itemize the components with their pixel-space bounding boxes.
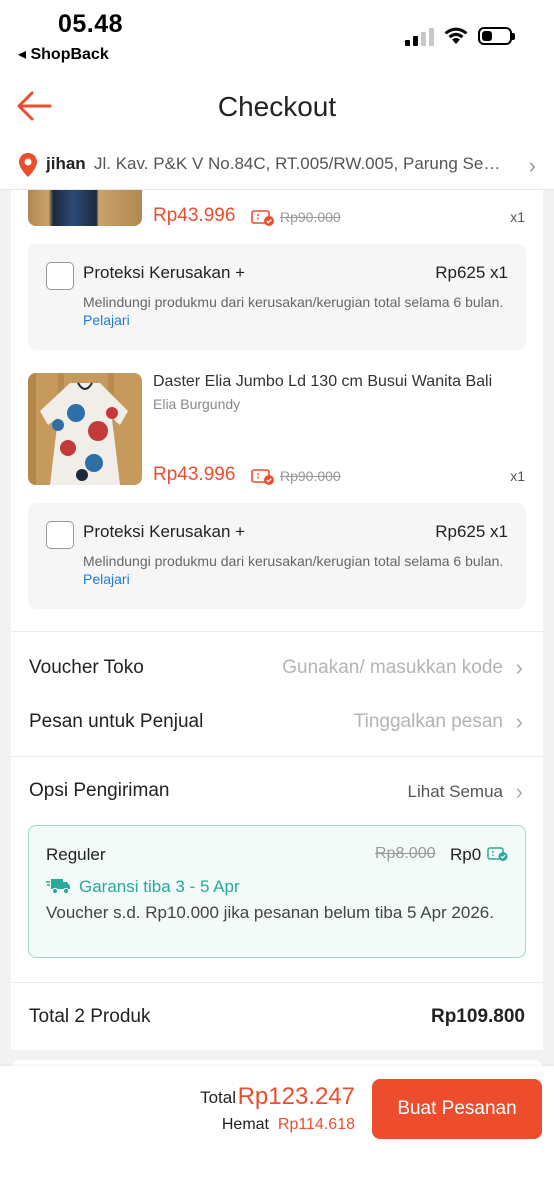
recipient-name: jihan (46, 154, 86, 173)
total-payment-value: Rp123.247 (237, 1083, 355, 1110)
divider (11, 982, 543, 983)
address-text: Jl. Kav. P&K V No.84C, RT.005/RW.005, Pa… (94, 154, 504, 173)
chevron-right-icon: › (515, 655, 523, 680)
see-all-shipping-link[interactable]: Lihat Semua (408, 782, 503, 802)
shop-voucher-label: Voucher Toko (29, 657, 144, 678)
voucher-badge-icon (251, 210, 274, 226)
product-image[interactable] (28, 190, 142, 226)
back-to-app-link[interactable]: ◂ ShopBack (18, 44, 109, 64)
location-pin-icon (19, 153, 37, 177)
dress-image (28, 373, 142, 485)
learn-more-link[interactable]: Pelajari (83, 312, 130, 328)
clock: 05.48 (58, 10, 124, 38)
shipping-option-label: Opsi Pengiriman (29, 780, 170, 801)
wifi-icon (444, 27, 468, 44)
seller-message-label: Pesan untuk Penjual (29, 711, 204, 732)
product-image[interactable] (28, 373, 142, 485)
product-variant: Elia Burgundy (153, 396, 241, 412)
checkout-bottom-bar: Total Rp123.247 Hemat Rp114.618 Buat Pes… (0, 1066, 554, 1200)
status-bar: 05.48 ◂ ShopBack (0, 0, 554, 70)
protection-title: Proteksi Kerusakan + (83, 263, 246, 282)
protection-description: Melindungi produkmu dari kerusakan/kerug… (83, 294, 504, 328)
delivery-truck-icon (46, 879, 70, 895)
total-payment-label: Total (200, 1088, 236, 1107)
protection-description: Melindungi produkmu dari kerusakan/kerug… (83, 553, 504, 587)
learn-more-link[interactable]: Pelajari (83, 571, 130, 587)
original-price: Rp90.000 (280, 209, 341, 225)
battery-icon (478, 27, 515, 45)
product-price: Rp43.996 (153, 464, 236, 485)
shipping-voucher-icon (487, 847, 508, 861)
chevron-right-icon: › (515, 779, 523, 804)
product-qty: x1 (510, 209, 525, 225)
voucher-badge-icon (251, 469, 274, 485)
divider (11, 631, 543, 632)
seller-message-input[interactable]: Tinggalkan pesan (354, 711, 503, 733)
shop-voucher-input[interactable]: Gunakan/ masukkan kode (282, 657, 503, 679)
protection-checkbox[interactable] (46, 521, 74, 549)
savings-label: Hemat (221, 1116, 269, 1133)
protection-option: Proteksi Kerusakan + Rp625 x1 Melindungi… (28, 244, 526, 350)
original-price: Rp90.000 (280, 468, 341, 484)
address-row[interactable]: jihan Jl. Kav. P&K V No.84C, RT.005/RW.0… (0, 142, 554, 190)
delivery-voucher-note: Voucher s.d. Rp10.000 jika pesanan belum… (46, 903, 494, 922)
protection-option: Proteksi Kerusakan + Rp625 x1 Melindungi… (28, 503, 526, 609)
chevron-right-icon: › (515, 709, 523, 734)
shipping-original-price: Rp8.000 (375, 845, 436, 862)
place-order-button[interactable]: Buat Pesanan (372, 1079, 542, 1139)
divider (11, 756, 543, 757)
shipping-option-card[interactable]: Reguler Rp8.000 Rp0 Garansi tiba 3 - 5 A… (28, 825, 526, 958)
order-card: Rp43.996 Rp90.000 x1 Proteksi Kerusakan … (11, 190, 543, 1050)
chevron-right-icon: › (528, 153, 536, 178)
product-name[interactable]: Daster Elia Jumbo Ld 130 cm Busui Wanita… (153, 373, 529, 391)
shipping-method-name: Reguler (46, 845, 106, 864)
protection-title: Proteksi Kerusakan + (83, 522, 246, 541)
protection-price: Rp625 x1 (435, 522, 508, 541)
page-title: Checkout (217, 91, 337, 122)
delivery-guarantee: Garansi tiba 3 - 5 Apr (79, 877, 240, 896)
subtotal-value: Rp109.800 (430, 1006, 525, 1027)
protection-checkbox[interactable] (46, 262, 74, 290)
shipping-price: Rp0 (450, 845, 482, 864)
savings-value: Rp114.618 (277, 1116, 355, 1133)
product-price: Rp43.996 (153, 205, 236, 226)
subtotal-label: Total 2 Produk (29, 1006, 151, 1027)
signal-icon (405, 28, 435, 46)
protection-price: Rp625 x1 (435, 263, 508, 282)
header: Checkout (0, 70, 554, 142)
product-qty: x1 (510, 468, 525, 484)
